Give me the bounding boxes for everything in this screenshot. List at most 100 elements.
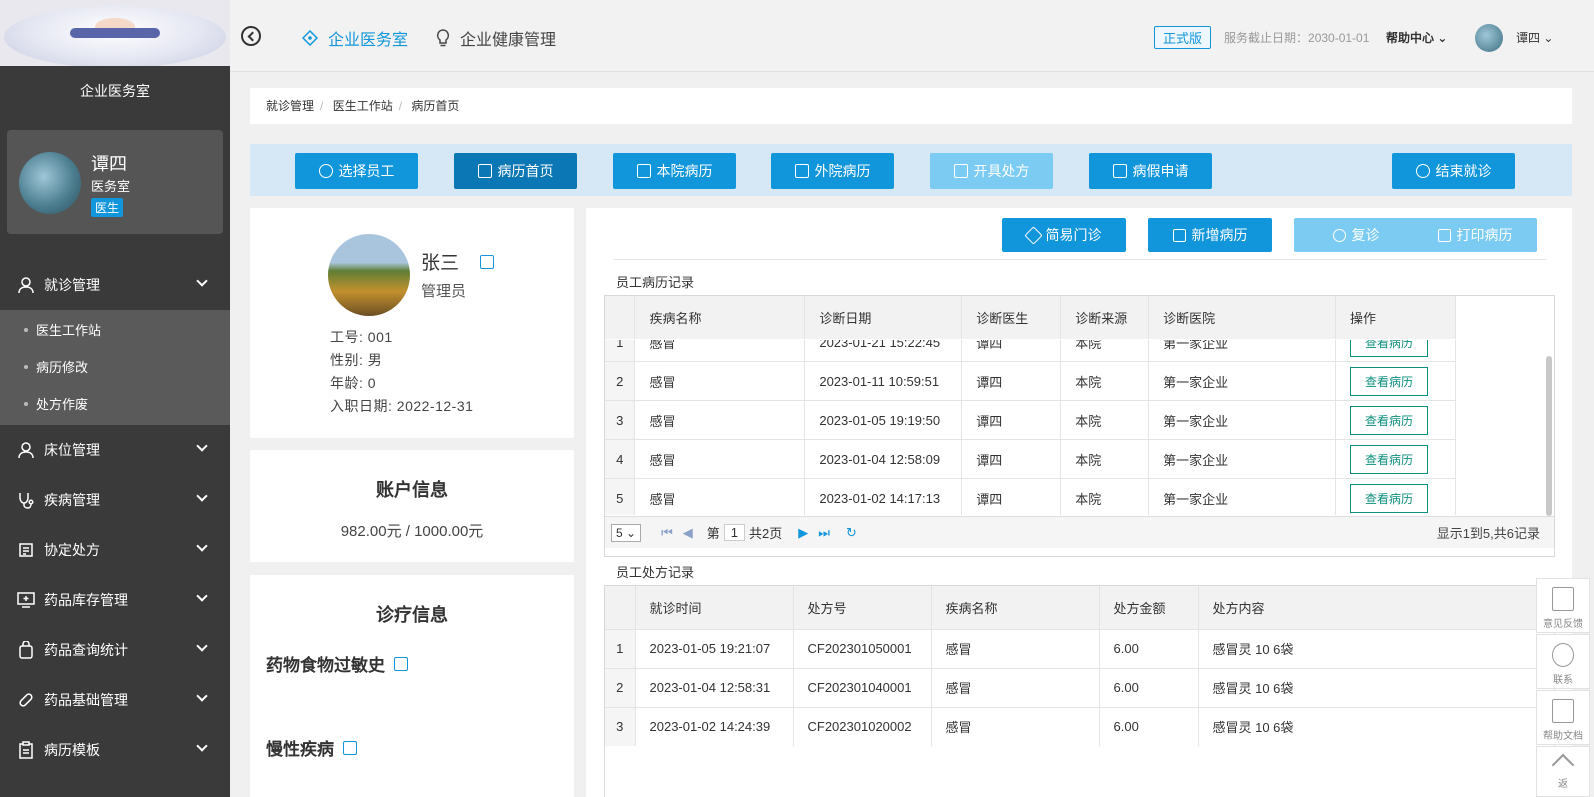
submenu: 医生工作站 病历修改 处方作废	[0, 310, 230, 425]
feedback-tool[interactable]: 意见反馈	[1536, 578, 1590, 633]
sidebar-item-drug-query[interactable]: 药品查询统计	[0, 625, 230, 675]
table-row: 1 2023-01-05 19:21:07 CF202301050001 感冒 …	[605, 628, 1554, 668]
add-record-button[interactable]: 新增病历	[1148, 218, 1272, 252]
first-page-icon[interactable]: ⏮	[661, 525, 673, 541]
cell-content: 感冒灵 10 6袋	[1198, 628, 1554, 668]
sidebar-item-drug-base[interactable]: 药品基础管理	[0, 675, 230, 725]
view-record-button[interactable]: 查看病历	[1350, 483, 1429, 513]
pager-summary: 显示1到5,共6记录	[1436, 526, 1540, 541]
service-date: 2030-01-01	[1308, 31, 1370, 45]
refresh-icon[interactable]: ↻	[846, 525, 857, 541]
sidebar-item-label: 协定处方	[44, 542, 100, 558]
cell-hospital: 第一家企业	[1148, 400, 1336, 440]
view-record-button[interactable]: 查看病历	[1350, 405, 1429, 435]
cell-disease: 感冒	[931, 628, 1100, 668]
top-user-avatar[interactable]	[1475, 24, 1503, 52]
row-index: 2	[605, 667, 636, 707]
button-label: 病历首页	[497, 163, 554, 179]
add-file-icon	[953, 164, 968, 178]
cell-source: 本院	[1060, 340, 1150, 362]
help-doc-tool[interactable]: 帮助文档	[1536, 690, 1590, 745]
topnav-health[interactable]: 企业健康管理	[436, 26, 556, 50]
prescriptions-table-wrap: 就诊时间 处方号 疾病名称 处方金额 处方内容 1 2023-01-05 19:…	[604, 585, 1555, 797]
clipboard-icon	[16, 740, 36, 760]
next-page-icon[interactable]: ▶	[798, 525, 808, 541]
edit-icon[interactable]	[480, 255, 495, 269]
chevron-down-icon	[196, 590, 208, 602]
cell-source: 本院	[1060, 439, 1150, 479]
cell-amount: 6.00	[1099, 667, 1199, 707]
sidebar-item-disease-management[interactable]: 疾病管理	[0, 475, 230, 525]
help-center-menu[interactable]: 帮助中心 ⌄	[1386, 29, 1447, 46]
quick-clinic-button[interactable]: 简易门诊	[1002, 218, 1126, 252]
submenu-item-doctor-station[interactable]: 医生工作站	[0, 312, 230, 349]
sidebar: 企业医务室 谭四 医务室 医生 就诊管理 医生工作站 病历修改 处方作废 床位管…	[0, 0, 230, 797]
cell-doctor: 谭四	[961, 439, 1062, 479]
patient-name-row: 张三	[421, 248, 495, 275]
records-scrollbar[interactable]	[1546, 356, 1552, 516]
back-to-top-tool[interactable]: 返	[1536, 746, 1590, 797]
end-visit-button[interactable]: 结束就诊	[1392, 153, 1515, 189]
records-title: 员工病历记录	[616, 275, 695, 290]
sick-leave-button[interactable]: 病假申请	[1089, 153, 1212, 189]
internal-record-button[interactable]: 本院病历	[613, 153, 736, 189]
bulb-icon	[436, 29, 450, 47]
chevron-down-icon	[196, 275, 208, 287]
print-record-button[interactable]: 打印病历	[1413, 218, 1537, 252]
sidebar-item-record-template[interactable]: 病历模板	[0, 725, 230, 775]
user-avatar	[19, 152, 81, 214]
table-row: 5 感冒 2023-01-02 14:17:13 谭四 本院 第一家企业 查看病…	[605, 478, 1456, 515]
collapse-back-icon[interactable]	[241, 26, 261, 46]
plus-square-icon	[1172, 228, 1186, 242]
page-size-select[interactable]: 5 ⌄	[611, 523, 642, 542]
page-input[interactable]: 1	[723, 524, 746, 541]
allergy-history: 药物食物过敏史	[266, 651, 408, 676]
button-label: 结束就诊	[1435, 163, 1492, 179]
view-record-button[interactable]: 查看病历	[1350, 340, 1429, 357]
app-root: 企业医务室 谭四 医务室 医生 就诊管理 医生工作站 病历修改 处方作废 床位管…	[0, 0, 1594, 797]
revisit-button[interactable]: 复诊	[1294, 218, 1418, 252]
topnav-clinic[interactable]: 企业医务室	[302, 26, 408, 50]
sidebar-item-drug-inventory[interactable]: 药品库存管理	[0, 575, 230, 625]
cell-hospital: 第一家企业	[1148, 361, 1336, 401]
monitor-icon	[16, 590, 36, 610]
breadcrumb-item[interactable]: 就诊管理	[266, 99, 314, 113]
row-index: 3	[605, 706, 636, 746]
diamond-icon	[1023, 225, 1043, 245]
button-label: 选择员工	[338, 163, 395, 179]
prescribe-button[interactable]: 开具处方	[930, 153, 1053, 189]
contact-tool[interactable]: 联系	[1536, 634, 1590, 689]
cell-disease: 感冒	[634, 361, 806, 401]
button-label: 新增病历	[1191, 227, 1248, 243]
submenu-item-record-edit[interactable]: 病历修改	[0, 349, 230, 386]
edit-icon[interactable]	[342, 741, 357, 755]
top-user-menu[interactable]: 谭四 ⌄	[1516, 29, 1553, 46]
submenu-item-prescription-void[interactable]: 处方作废	[0, 386, 230, 423]
select-employee-button[interactable]: 选择员工	[295, 153, 418, 189]
sidebar-item-label: 疾病管理	[44, 492, 100, 508]
sidebar-item-label: 药品库存管理	[44, 592, 128, 608]
chevron-down-icon	[196, 440, 208, 452]
edit-icon[interactable]	[393, 657, 408, 671]
cell-disease: 感冒	[634, 400, 806, 440]
breadcrumb-item[interactable]: 医生工作站	[333, 99, 393, 113]
user-name: 谭四	[91, 154, 127, 174]
view-record-button[interactable]: 查看病历	[1350, 444, 1429, 474]
column-header: 就诊时间	[635, 586, 794, 629]
diagnosis-panel: 诊疗信息 药物食物过敏史 慢性疾病	[250, 575, 574, 797]
sidebar-item-agreed-prescription[interactable]: 协定处方	[0, 525, 230, 575]
prev-page-icon[interactable]: ◀	[683, 525, 693, 541]
cell-no: CF202301050001	[793, 628, 932, 668]
last-page-icon[interactable]: ⏭	[818, 525, 830, 541]
view-record-button[interactable]: 查看病历	[1350, 366, 1429, 396]
column-header: 诊断医院	[1148, 296, 1337, 339]
column-header: 处方号	[793, 586, 932, 629]
sidebar-item-visit-management[interactable]: 就诊管理	[0, 260, 230, 310]
version-badge: 正式版	[1154, 26, 1212, 49]
label: 工号:	[330, 329, 368, 345]
pill-icon	[16, 690, 36, 710]
sidebar-item-bed-management[interactable]: 床位管理	[0, 425, 230, 475]
external-record-button[interactable]: 外院病历	[771, 153, 894, 189]
record-home-button[interactable]: 病历首页	[454, 153, 577, 189]
records-body-scroll: 1 感冒 2023-01-21 15:22:45 谭四 本院 第一家企业 查看病…	[605, 340, 1545, 515]
